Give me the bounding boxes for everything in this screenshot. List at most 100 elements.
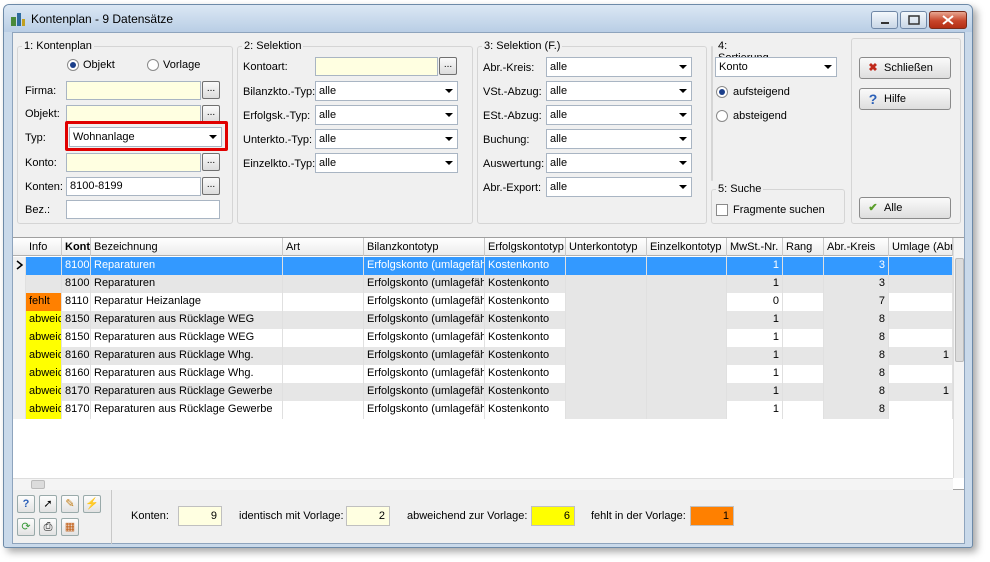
- column-header[interactable]: Rang: [783, 238, 824, 256]
- row-indicator[interactable]: [13, 347, 26, 365]
- table-cell[interactable]: Reparaturen aus Rücklage WEG: [91, 329, 283, 347]
- table-cell[interactable]: abweichend: [26, 311, 62, 329]
- close-button[interactable]: ✖ Schließen: [859, 57, 951, 79]
- table-cell[interactable]: Kostenkonto: [485, 401, 566, 419]
- konten-browse-button[interactable]: ...: [202, 177, 220, 195]
- table-cell[interactable]: 8: [824, 401, 889, 419]
- table-cell[interactable]: [283, 311, 364, 329]
- table-cell[interactable]: [647, 329, 727, 347]
- table-cell[interactable]: [647, 275, 727, 293]
- sort-dropdown[interactable]: Konto: [715, 57, 837, 77]
- pencil-icon[interactable]: ✎: [61, 495, 79, 513]
- table-cell[interactable]: Kostenkonto: [485, 293, 566, 311]
- column-header[interactable]: Umlage (Abr: [889, 238, 953, 256]
- table-cell[interactable]: Erfolgskonto (umlagefähig): [364, 311, 485, 329]
- table-cell[interactable]: 8: [824, 383, 889, 401]
- table-cell[interactable]: [283, 275, 364, 293]
- column-header[interactable]: Erfolgskontotyp: [485, 238, 566, 256]
- table-cell[interactable]: Kostenkonto: [485, 275, 566, 293]
- fragmente-checkbox[interactable]: [716, 204, 728, 216]
- minimize-button[interactable]: [871, 11, 898, 29]
- table-cell[interactable]: 8170: [62, 383, 91, 401]
- table-cell[interactable]: [283, 383, 364, 401]
- column-header[interactable]: Konto: [62, 238, 91, 256]
- table-cell[interactable]: [783, 275, 824, 293]
- table-cell[interactable]: [647, 347, 727, 365]
- column-header[interactable]: Einzelkontotyp: [647, 238, 727, 256]
- title-bar[interactable]: Kontenplan - 9 Datensätze: [4, 5, 972, 32]
- table-cell[interactable]: Kostenkonto: [485, 311, 566, 329]
- refresh-icon[interactable]: ⟳: [17, 518, 35, 536]
- table-cell[interactable]: Erfolgskonto (umlagefähig): [364, 347, 485, 365]
- table-cell[interactable]: [566, 293, 647, 311]
- table-cell[interactable]: abweichend: [26, 347, 62, 365]
- table-cell[interactable]: 3: [824, 257, 889, 275]
- table-cell[interactable]: [566, 401, 647, 419]
- export-icon[interactable]: ▦: [61, 518, 79, 536]
- table-cell[interactable]: [783, 365, 824, 383]
- table-cell[interactable]: [889, 293, 953, 311]
- scroll-thumb[interactable]: [955, 258, 964, 362]
- table-cell[interactable]: abweichend: [26, 383, 62, 401]
- table-cell[interactable]: abweichend: [26, 401, 62, 419]
- table-cell[interactable]: [647, 383, 727, 401]
- table-cell[interactable]: Reparaturen: [91, 257, 283, 275]
- table-cell[interactable]: Erfolgskonto (umlagefähig): [364, 329, 485, 347]
- row-indicator[interactable]: [13, 383, 26, 401]
- row-indicator[interactable]: [13, 311, 26, 329]
- table-row[interactable]: abweichend8170Reparaturen aus Rücklage G…: [13, 383, 953, 401]
- konten-field[interactable]: 8100-8199: [66, 177, 201, 196]
- radio-vorlage[interactable]: [147, 59, 159, 71]
- table-cell[interactable]: [566, 347, 647, 365]
- table-cell[interactable]: 8150: [62, 311, 91, 329]
- table-cell[interactable]: [647, 311, 727, 329]
- table-cell[interactable]: abweichend: [26, 365, 62, 383]
- table-cell[interactable]: [283, 257, 364, 275]
- cursor-icon[interactable]: ➚: [39, 495, 57, 513]
- help-button[interactable]: ? Hilfe: [859, 88, 951, 110]
- table-cell[interactable]: [889, 329, 953, 347]
- table-cell[interactable]: [283, 401, 364, 419]
- table-cell[interactable]: [783, 329, 824, 347]
- erfolgsk-dropdown[interactable]: alle: [315, 105, 458, 125]
- table-cell[interactable]: fehlt: [26, 293, 62, 311]
- kontoart-browse-button[interactable]: ...: [439, 57, 457, 75]
- table-cell[interactable]: 7: [824, 293, 889, 311]
- table-cell[interactable]: [647, 401, 727, 419]
- table-cell[interactable]: 0: [727, 293, 783, 311]
- table-cell[interactable]: 1: [727, 257, 783, 275]
- table-cell[interactable]: 8: [824, 365, 889, 383]
- table-cell[interactable]: 3: [824, 275, 889, 293]
- row-indicator[interactable]: [13, 257, 26, 275]
- column-header[interactable]: MwSt.-Nr.: [727, 238, 783, 256]
- table-cell[interactable]: abweichend: [26, 329, 62, 347]
- kontoart-field[interactable]: [315, 57, 438, 76]
- row-indicator[interactable]: [13, 329, 26, 347]
- estabzug-dropdown[interactable]: alle: [546, 105, 692, 125]
- table-cell[interactable]: 8: [824, 329, 889, 347]
- table-cell[interactable]: [566, 329, 647, 347]
- table-cell[interactable]: 8150: [62, 329, 91, 347]
- table-row[interactable]: 8100Reparaturen Erfolgskonto (umlagefähig…: [13, 275, 953, 293]
- table-cell[interactable]: 1: [889, 347, 953, 365]
- bez-field[interactable]: [66, 200, 220, 219]
- table-cell[interactable]: 8110: [62, 293, 91, 311]
- row-indicator[interactable]: [13, 293, 26, 311]
- column-header[interactable]: Info: [26, 238, 62, 256]
- row-indicator[interactable]: [13, 401, 26, 419]
- close-window-button[interactable]: [929, 11, 967, 29]
- table-cell[interactable]: Erfolgskonto (umlagefähig): [364, 365, 485, 383]
- column-header[interactable]: Abr.-Kreis: [824, 238, 889, 256]
- table-cell[interactable]: Kostenkonto: [485, 383, 566, 401]
- table-cell[interactable]: [566, 275, 647, 293]
- abrexport-dropdown[interactable]: alle: [546, 177, 692, 197]
- table-cell[interactable]: [26, 257, 62, 275]
- table-cell[interactable]: [647, 257, 727, 275]
- table-cell[interactable]: Reparaturen: [91, 275, 283, 293]
- konto-browse-button[interactable]: ...: [202, 153, 220, 171]
- table-cell[interactable]: Erfolgskonto (umlagefähig): [364, 401, 485, 419]
- row-indicator[interactable]: [13, 365, 26, 383]
- table-cell[interactable]: Reparaturen aus Rücklage Whg.: [91, 347, 283, 365]
- help-icon[interactable]: ?: [17, 495, 35, 513]
- table-row[interactable]: abweichend8150Reparaturen aus Rücklage W…: [13, 329, 953, 347]
